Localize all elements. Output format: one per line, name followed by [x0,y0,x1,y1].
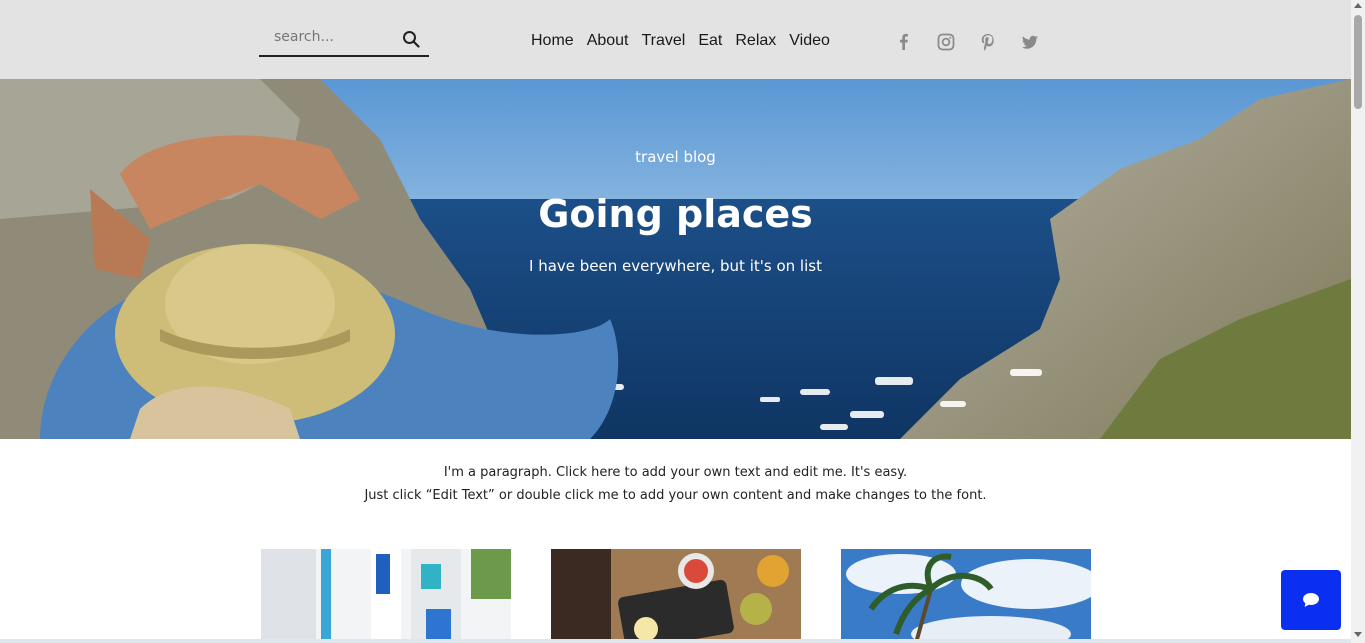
chat-button[interactable] [1281,570,1341,630]
post-thumbnail-travel[interactable] [261,549,511,643]
social-links [894,32,1040,52]
nav-home[interactable]: Home [531,30,574,54]
hero-title: Going places [538,192,813,236]
hero-subtitle: I have been everywhere, but it's on list [529,257,822,275]
scroll-up-arrow[interactable] [1354,3,1362,8]
post-thumbnail-eat[interactable] [551,549,801,643]
post-thumbnail-relax[interactable] [841,549,1091,643]
main-nav: Home About Travel Eat Relax Video [531,30,830,54]
pinterest-icon[interactable] [978,32,998,52]
chat-icon [1303,593,1319,607]
nav-travel[interactable]: Travel [642,30,686,54]
intro-paragraph-line-2: Just click “Edit Text” or double click m… [364,488,987,503]
search-box [259,22,429,57]
twitter-icon[interactable] [1020,32,1040,52]
search-input[interactable] [259,22,404,52]
bottom-edge-bar [0,639,1351,643]
hero-banner: travel blog Going places I have been eve… [0,79,1351,439]
nav-eat[interactable]: Eat [698,30,722,54]
scrollbar-thumb[interactable] [1354,15,1362,109]
nav-relax[interactable]: Relax [735,30,776,54]
instagram-icon[interactable] [936,32,956,52]
site-header: Home About Travel Eat Relax Video [0,0,1351,79]
scroll-down-arrow[interactable] [1354,632,1362,637]
vertical-scrollbar[interactable] [1351,0,1365,643]
search-icon[interactable] [402,30,420,48]
hero-kicker: travel blog [635,148,716,166]
facebook-icon[interactable] [894,32,914,52]
intro-paragraph-line-1: I'm a paragraph. Click here to add your … [443,465,908,480]
nav-video[interactable]: Video [789,30,830,54]
nav-about[interactable]: About [587,30,629,54]
